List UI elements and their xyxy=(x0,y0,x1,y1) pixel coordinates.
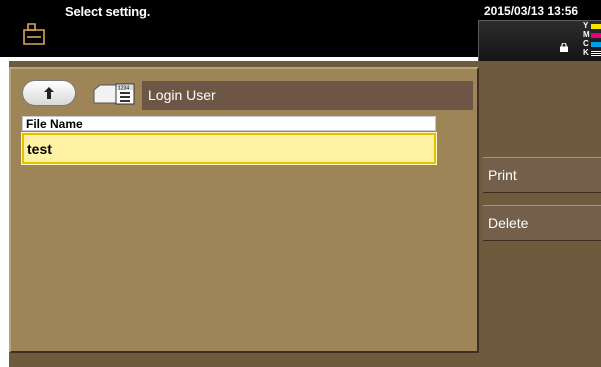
toner-status-panel[interactable]: Y M C K xyxy=(478,20,601,61)
status-message: Select setting. xyxy=(65,4,151,19)
file-name-row[interactable]: test xyxy=(21,132,437,165)
toner-label: C xyxy=(583,39,589,48)
delete-button[interactable]: Delete xyxy=(483,205,601,241)
toner-bar xyxy=(591,42,601,47)
toner-label: Y xyxy=(583,21,589,30)
box-number: 1234 xyxy=(118,86,129,92)
print-button[interactable]: Print xyxy=(483,157,601,193)
header-bar: Select setting. 2015/03/13 13:56 Y M C K xyxy=(0,0,601,61)
screen: Select setting. 2015/03/13 13:56 Y M C K xyxy=(0,0,601,367)
toner-bar xyxy=(591,24,601,29)
date-time: 2015/03/13 13:56 xyxy=(484,4,579,18)
content-area: 1234 Login User File Name test Print Del… xyxy=(9,61,601,367)
toner-label: M xyxy=(583,30,590,39)
toner-label: K xyxy=(583,48,589,57)
bottom-bar xyxy=(9,355,601,367)
toner-black: K xyxy=(583,48,601,58)
toner-bar xyxy=(591,51,601,56)
file-panel: 1234 Login User File Name test xyxy=(9,67,479,353)
toner-bar xyxy=(591,33,601,38)
breadcrumb: Login User xyxy=(142,81,473,110)
job-list-icon[interactable] xyxy=(21,21,47,47)
user-box-icon: 1234 xyxy=(93,83,135,105)
path-label: Login User xyxy=(148,87,216,103)
file-name-column-header: File Name xyxy=(22,116,436,131)
up-folder-button[interactable] xyxy=(22,80,76,106)
arrow-up-icon xyxy=(44,87,54,99)
lock-icon xyxy=(560,43,568,52)
